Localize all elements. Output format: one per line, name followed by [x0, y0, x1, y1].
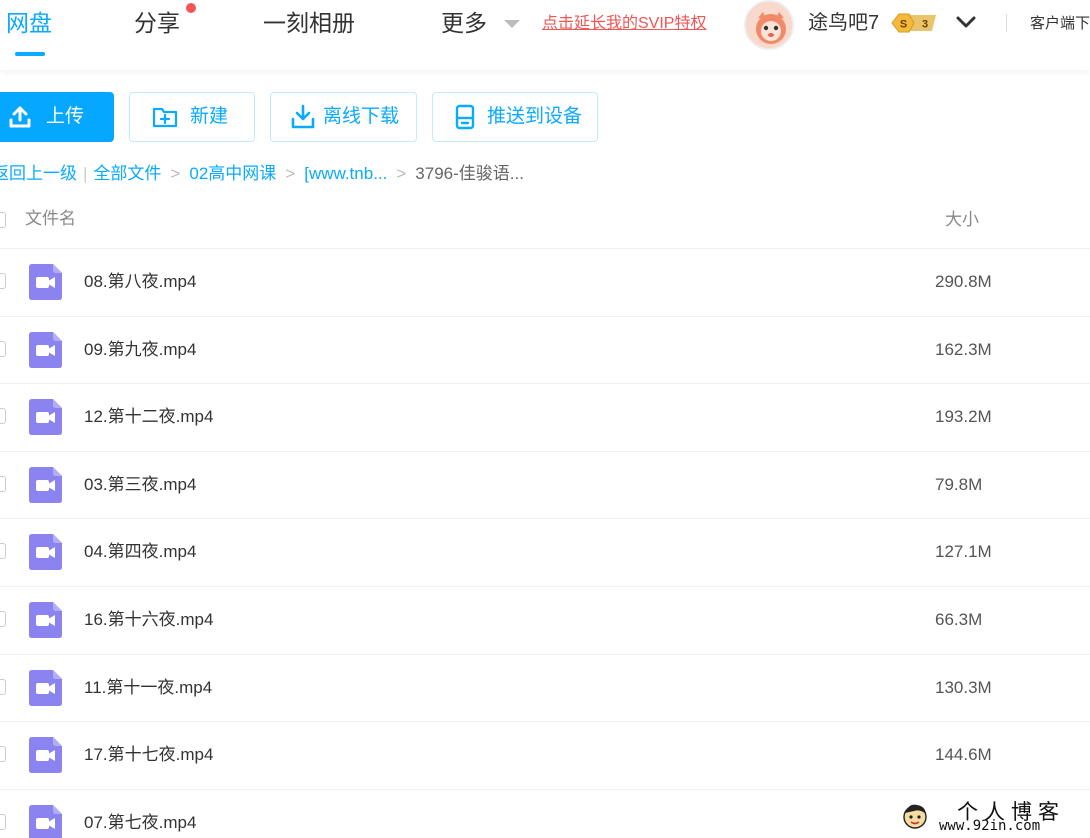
- new-folder-label: 新建: [190, 106, 229, 127]
- file-size: 66.3M: [935, 610, 983, 629]
- breadcrumb-separator: |: [83, 164, 88, 183]
- file-name[interactable]: 11.第十一夜.mp4: [84, 676, 212, 700]
- site-watermark: 个人博客 www.92in.com: [897, 796, 1087, 836]
- file-row[interactable]: 12.第十二夜.mp4 193.2M: [0, 384, 1090, 452]
- video-file-icon: [29, 466, 62, 503]
- breadcrumb-item-folder-2[interactable]: [www.tnb...: [304, 163, 387, 185]
- row-checkbox[interactable]: [0, 611, 6, 627]
- upload-label: 上传: [46, 106, 85, 127]
- new-folder-icon: [152, 105, 178, 129]
- video-file-icon: [29, 602, 62, 638]
- nav-tab-album[interactable]: 一刻相册: [263, 8, 355, 38]
- vip-level-number: 3: [922, 19, 928, 31]
- file-size: 162.3M: [935, 339, 992, 359]
- nav-divider: [1006, 14, 1007, 32]
- new-folder-button[interactable]: 新建: [129, 92, 255, 142]
- row-checkbox[interactable]: [0, 813, 6, 830]
- video-file-icon: [29, 264, 62, 300]
- file-name[interactable]: 09.第九夜.mp4: [84, 338, 196, 362]
- breadcrumb-arrow-icon: >: [396, 164, 407, 183]
- svip-renew-link[interactable]: 点击延长我的SVIP特权: [542, 13, 706, 35]
- client-download-link[interactable]: 客户端下载: [1030, 14, 1090, 34]
- breadcrumb-item-all-files[interactable]: 全部文件: [93, 163, 161, 185]
- breadcrumb: 返回上一级 | 全部文件 >02高中网课 > [www.tnb... >3796-佳骏语..…: [0, 163, 524, 185]
- row-checkbox[interactable]: [0, 408, 6, 425]
- file-name[interactable]: 04.第四夜.mp4: [84, 540, 196, 564]
- video-file-icon: [29, 737, 62, 774]
- push-to-device-label: 推送到设备: [487, 106, 583, 127]
- file-name[interactable]: 03.第三夜.mp4: [84, 473, 196, 497]
- push-to-device-button[interactable]: 推送到设备: [432, 92, 598, 142]
- column-header-name[interactable]: 文件名: [25, 207, 76, 231]
- file-name[interactable]: 12.第十二夜.mp4: [84, 405, 213, 429]
- breadcrumb-arrow-icon: >: [170, 164, 181, 183]
- file-row[interactable]: 09.第九夜.mp4 162.3M: [0, 317, 1090, 385]
- row-checkbox[interactable]: [0, 475, 6, 492]
- nav-tab-share[interactable]: 分享: [134, 8, 180, 38]
- username[interactable]: 途鸟吧7: [808, 9, 879, 37]
- video-file-icon: [29, 534, 62, 571]
- file-name[interactable]: 16.第十六夜.mp4: [84, 608, 213, 632]
- file-name[interactable]: 17.第十七夜.mp4: [84, 743, 213, 767]
- breadcrumb-arrow-icon: >: [285, 164, 296, 183]
- video-file-icon: [29, 331, 62, 368]
- row-checkbox[interactable]: [0, 543, 6, 560]
- file-size: 290.8M: [935, 272, 992, 291]
- nav-tab-more[interactable]: 更多: [441, 8, 487, 38]
- offline-download-label: 离线下载: [323, 106, 400, 127]
- file-size: 144.6M: [935, 745, 992, 765]
- file-size: 127.1M: [935, 542, 992, 562]
- top-navigation-bar: 网盘 分享 一刻相册 更多 点击延长我的SVIP特权 途鸟吧7 S 3 客户端下: [0, 0, 1090, 70]
- file-size: 193.2M: [935, 407, 992, 427]
- chevron-down-icon[interactable]: [953, 10, 979, 34]
- file-row[interactable]: 17.第十七夜.mp4 144.6M: [0, 722, 1090, 790]
- svip-level-badge[interactable]: S 3: [890, 12, 940, 34]
- file-size: 79.8M: [935, 474, 983, 494]
- file-row[interactable]: 04.第四夜.mp4 127.1M: [0, 519, 1090, 587]
- row-checkbox[interactable]: [0, 746, 6, 763]
- device-icon: [455, 104, 475, 130]
- offline-download-button[interactable]: 离线下载: [270, 92, 417, 142]
- file-row[interactable]: 11.第十一夜.mp4 130.3M: [0, 655, 1090, 723]
- more-caret-icon[interactable]: [504, 20, 520, 28]
- file-row[interactable]: 16.第十六夜.mp4 66.3M: [0, 587, 1090, 655]
- active-tab-indicator: [15, 52, 45, 56]
- column-header-size[interactable]: 大小: [945, 208, 979, 232]
- row-checkbox[interactable]: [0, 273, 6, 289]
- watermark-url: www.92in.com: [939, 818, 1041, 834]
- download-icon: [291, 104, 315, 130]
- avatar[interactable]: [744, 0, 794, 50]
- vip-symbol: S: [900, 19, 907, 31]
- breadcrumb-item-current: 3796-佳骏语...: [415, 164, 524, 183]
- nav-tab-netdisk[interactable]: 网盘: [6, 8, 52, 38]
- file-name[interactable]: 08.第八夜.mp4: [84, 270, 196, 294]
- row-checkbox[interactable]: [0, 340, 6, 357]
- video-file-icon: [29, 804, 62, 838]
- file-row[interactable]: 08.第八夜.mp4 290.8M: [0, 249, 1090, 317]
- cartoon-face-icon: [901, 802, 929, 830]
- video-file-icon: [29, 669, 62, 706]
- breadcrumb-item-folder-1[interactable]: 02高中网课: [189, 163, 276, 185]
- file-name[interactable]: 07.第七夜.mp4: [84, 811, 196, 835]
- select-all-checkbox[interactable]: [0, 212, 6, 228]
- file-row[interactable]: 03.第三夜.mp4 79.8M: [0, 452, 1090, 520]
- share-notification-dot: [186, 3, 196, 13]
- video-file-icon: [29, 399, 62, 436]
- breadcrumb-back-link[interactable]: 返回上一级: [0, 163, 77, 185]
- file-size: 130.3M: [935, 677, 992, 697]
- file-list-header: 文件名 大小: [0, 195, 1090, 249]
- row-checkbox[interactable]: [0, 678, 6, 695]
- upload-button[interactable]: 上传: [0, 92, 114, 142]
- upload-icon: [8, 105, 32, 129]
